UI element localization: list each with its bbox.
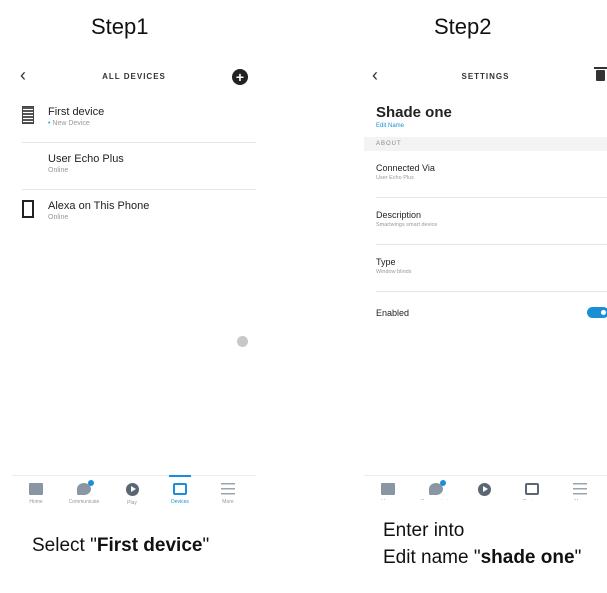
caption-bold: First device	[96, 535, 203, 556]
tab-devices[interactable]: Devices	[156, 475, 204, 505]
tab-communicate[interactable]: Communicate	[60, 476, 108, 505]
tab-more[interactable]: More	[204, 476, 252, 505]
tab-label: More	[556, 499, 604, 500]
tab-home[interactable]: Home	[364, 476, 412, 500]
blinds-icon	[22, 106, 34, 124]
section-header-about: ABOUT	[364, 137, 607, 151]
setting-label: Enabled	[376, 308, 410, 318]
tab-label: Communicate	[412, 499, 460, 500]
device-status: Online	[48, 214, 69, 221]
caption-bold: shade one	[480, 547, 575, 568]
tab-label: Home	[364, 499, 412, 500]
play-icon	[125, 483, 139, 496]
step1-title: Step1	[91, 14, 149, 39]
page-title: ALL DEVICES	[102, 72, 166, 81]
setting-value: Window blinds	[376, 269, 412, 275]
tab-more[interactable]: More	[556, 476, 604, 500]
step2-title: Step2	[434, 14, 492, 39]
bottom-tab-bar: Home Communicate Play Devices More	[12, 475, 256, 512]
devices-icon	[525, 483, 539, 495]
tab-label: Devices	[171, 499, 189, 505]
setting-label: Connected Via	[376, 163, 435, 173]
chat-bubble-icon	[429, 480, 446, 495]
tab-label: Communicate	[68, 499, 100, 505]
tab-label: More	[222, 499, 234, 505]
home-icon	[29, 483, 43, 495]
menu-icon	[221, 483, 235, 495]
header: ‹ ALL DEVICES +	[12, 60, 256, 96]
tab-home[interactable]: Home	[12, 476, 60, 505]
setting-value: User Echo Plus	[376, 175, 414, 181]
edit-name-link[interactable]: Edit Name	[376, 123, 607, 129]
tab-play[interactable]: Play	[108, 476, 156, 506]
setting-type[interactable]: Type Window blinds	[376, 245, 607, 292]
tab-label: Home	[29, 499, 43, 505]
setting-description[interactable]: Description Smartwings smart device	[376, 198, 607, 245]
device-name-heading: Shade one	[376, 104, 452, 121]
tab-devices[interactable]: Devices	[508, 476, 556, 500]
home-icon	[381, 483, 395, 495]
step2-caption-line1: Enter into	[383, 520, 465, 541]
device-status: Online	[48, 167, 69, 174]
device-name: User Echo Plus	[48, 153, 124, 165]
scroll-indicator[interactable]	[237, 336, 248, 347]
menu-icon	[573, 483, 587, 495]
echo-speaker-icon	[23, 153, 32, 171]
setting-enabled: Enabled	[376, 292, 607, 338]
bottom-tab-bar: Home Communicate Play Devices More	[364, 475, 607, 500]
tab-play[interactable]: Play	[460, 476, 508, 500]
phone-icon	[22, 200, 34, 218]
add-device-icon[interactable]: +	[232, 69, 248, 85]
trash-icon[interactable]	[594, 67, 607, 81]
tab-label: Play	[127, 500, 137, 506]
setting-connected-via: Connected Via User Echo Plus	[376, 151, 607, 198]
device-name: Alexa on This Phone	[48, 200, 150, 212]
caption-text: Edit name "	[383, 547, 481, 568]
enabled-toggle[interactable]	[587, 307, 607, 318]
step2-caption-line2: Edit name "shade one"	[383, 547, 581, 569]
page-title: SETTINGS	[461, 72, 510, 81]
play-icon	[477, 483, 491, 496]
device-name: First device	[48, 106, 105, 118]
chat-bubble-icon	[77, 480, 94, 495]
setting-value: Smartwings smart device	[376, 222, 438, 228]
tab-communicate[interactable]: Communicate	[412, 476, 460, 500]
step1-caption: Select "First device"	[32, 535, 209, 557]
device-item-alexa-phone[interactable]: Alexa on This Phone Online	[22, 190, 256, 236]
device-status: New Device	[48, 120, 89, 127]
caption-text: "	[202, 535, 210, 556]
setting-label: Type	[376, 257, 396, 267]
settings-screen: ‹ SETTINGS Shade one Edit Name ABOUT Con…	[364, 60, 607, 500]
devices-icon	[173, 483, 187, 495]
caption-text: Select "	[32, 535, 97, 556]
device-item-echo-plus[interactable]: User Echo Plus Online	[22, 143, 256, 190]
caption-text: "	[574, 547, 582, 568]
header: ‹ SETTINGS	[364, 60, 607, 96]
all-devices-screen: ‹ ALL DEVICES + First device New Device …	[12, 60, 256, 506]
setting-label: Description	[376, 210, 422, 220]
tab-label: Devices	[508, 499, 556, 500]
device-item-first-device[interactable]: First device New Device	[22, 96, 256, 143]
